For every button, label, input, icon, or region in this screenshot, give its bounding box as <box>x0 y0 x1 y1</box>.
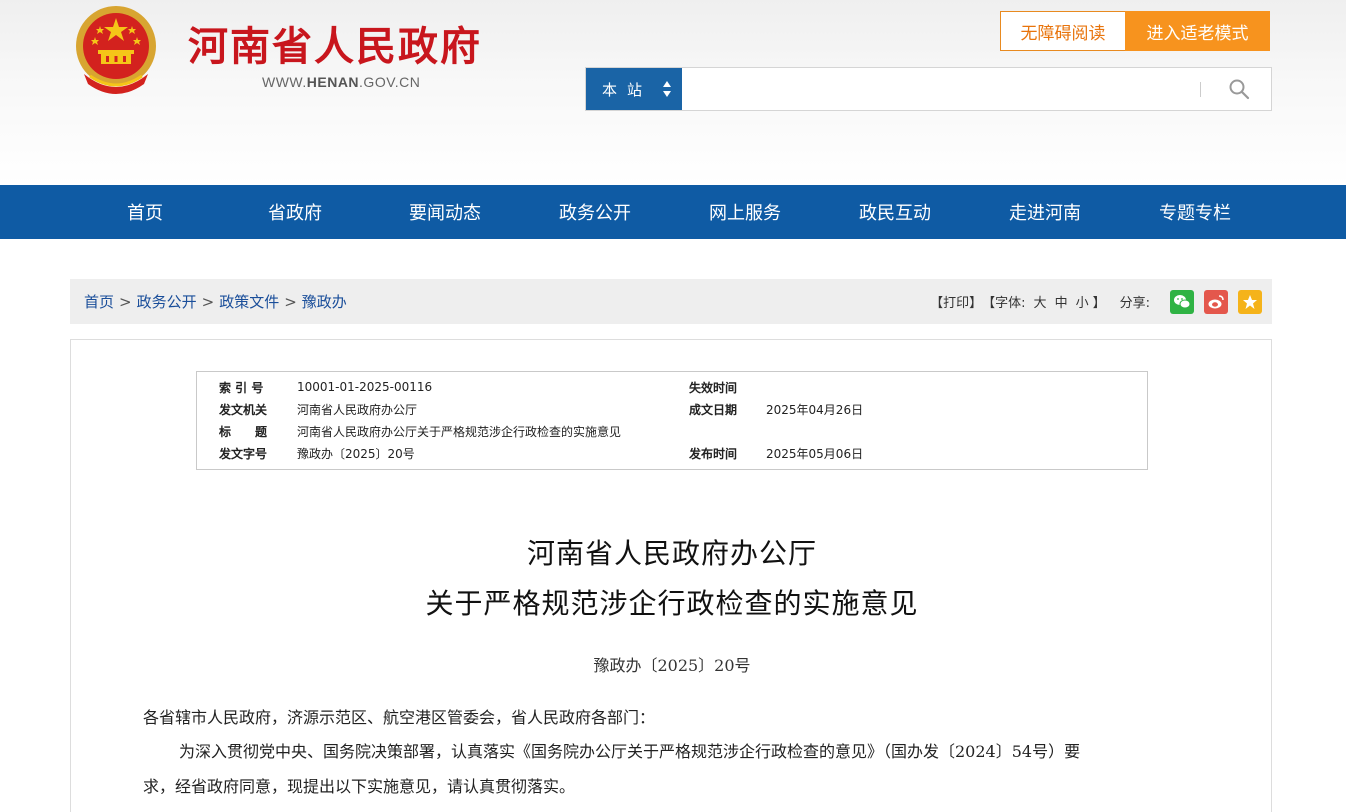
nav-item-provincial-government[interactable]: 省政府 <box>220 185 370 239</box>
document-title-line2: 关于严格规范涉企行政检查的实施意见 <box>425 587 919 620</box>
breadcrumb-government-affairs[interactable]: 政务公开 <box>137 291 197 312</box>
search-bar: 本站 <box>585 67 1272 111</box>
article-content: 索 引 号 10001-01-2025-00116 失效时间 发文机关 河南省人… <box>70 339 1272 812</box>
site-url-suffix: .GOV.CN <box>359 74 421 90</box>
nav-item-about-henan[interactable]: 走进河南 <box>970 185 1120 239</box>
wechat-icon[interactable] <box>1170 289 1194 314</box>
site-url: WWW.HENAN.GOV.CN <box>262 74 420 90</box>
document-metadata-table: 索 引 号 10001-01-2025-00116 失效时间 发文机关 河南省人… <box>196 371 1148 470</box>
document-title-line1: 河南省人民政府办公厅 <box>526 537 817 570</box>
meta-docno-label: 发文字号 <box>219 446 268 461</box>
font-size-label: 【字体: <box>982 296 1026 311</box>
main-nav: 首页 省政府 要闻动态 政务公开 网上服务 政民互动 走进河南 专题专栏 <box>0 185 1346 239</box>
font-large-button[interactable]: 大 <box>1034 292 1047 311</box>
favorite-icon[interactable] <box>1238 289 1262 314</box>
nav-item-home[interactable]: 首页 <box>70 185 220 239</box>
meta-issuer-label: 发文机关 <box>219 402 268 417</box>
meta-index-label: 索 引 号 <box>219 380 264 395</box>
meta-row: 索 引 号 10001-01-2025-00116 失效时间 <box>197 376 1147 398</box>
national-emblem-icon <box>76 6 156 94</box>
document-number: 豫政办〔2025〕20号 <box>593 656 751 675</box>
meta-publish-value: 2025年05月06日 <box>766 446 864 461</box>
meta-date-value: 2025年04月26日 <box>766 402 864 417</box>
page-tools: 【打印】 【字体: 大 中 小 】 分享: <box>930 279 1262 324</box>
document-salutation: 各省辖市人民政府，济源示范区、航空港区管委会，省人民政府各部门： <box>143 708 656 727</box>
site-title[interactable]: 河南省人民政府 <box>188 14 482 72</box>
elder-mode-button[interactable]: 进入适老模式 <box>1125 11 1270 51</box>
nav-item-government-affairs[interactable]: 政务公开 <box>520 185 670 239</box>
nav-item-interaction[interactable]: 政民互动 <box>820 185 970 239</box>
search-icon[interactable] <box>1228 78 1250 100</box>
search-divider <box>1200 82 1201 97</box>
meta-expire-label: 失效时间 <box>689 380 738 395</box>
meta-issuer-value: 河南省人民政府办公厅 <box>297 402 418 417</box>
search-input[interactable] <box>686 72 1196 106</box>
site-url-domain: HENAN <box>306 74 360 90</box>
breadcrumb-separator: > <box>284 292 297 311</box>
document-paragraph-line: 为深入贯彻党中央、国务院决策部署，认真落实《国务院办公厅关于严格规范涉企行政检查… <box>179 742 1081 761</box>
site-url-prefix: WWW. <box>262 74 307 90</box>
document-paragraph-line: 求，经省政府同意，现提出以下实施意见，请认真贯彻落实。 <box>143 777 576 796</box>
breadcrumb-bar: 首页 > 政务公开 > 政策文件 > 豫政办 【打印】 【字体: 大 中 小 】… <box>70 279 1272 324</box>
meta-title-value: 河南省人民政府办公厅关于严格规范涉企行政检查的实施意见 <box>297 424 622 439</box>
accessibility-reading-button[interactable]: 无障碍阅读 <box>1000 11 1126 51</box>
nav-item-special-topics[interactable]: 专题专栏 <box>1120 185 1270 239</box>
meta-index-value: 10001-01-2025-00116 <box>297 380 433 394</box>
meta-publish-label: 发布时间 <box>689 446 738 461</box>
meta-row: 标 题 河南省人民政府办公厅关于严格规范涉企行政检查的实施意见 <box>197 420 1147 442</box>
breadcrumb: 首页 > 政务公开 > 政策文件 > 豫政办 <box>84 279 347 324</box>
font-medium-button[interactable]: 中 <box>1055 292 1068 311</box>
meta-row: 发文字号 豫政办〔2025〕20号 发布时间 2025年05月06日 <box>197 442 1147 464</box>
nav-item-news[interactable]: 要闻动态 <box>370 185 520 239</box>
share-label: 分享: <box>1119 296 1150 311</box>
site-header: 河南省人民政府 WWW.HENAN.GOV.CN 无障碍阅读 进入适老模式 本站 <box>0 0 1346 185</box>
font-small-button[interactable]: 小 <box>1076 292 1089 311</box>
weibo-icon[interactable] <box>1204 289 1228 314</box>
breadcrumb-policy-documents[interactable]: 政策文件 <box>219 291 279 312</box>
breadcrumb-separator: > <box>119 292 132 311</box>
print-button[interactable]: 【打印】 <box>930 292 982 311</box>
meta-docno-value: 豫政办〔2025〕20号 <box>297 446 415 461</box>
meta-title-label: 标 题 <box>219 424 268 439</box>
breadcrumb-separator: > <box>201 292 215 311</box>
font-size-close: 】 <box>1092 296 1106 311</box>
nav-item-online-services[interactable]: 网上服务 <box>670 185 820 239</box>
breadcrumb-yuzhengban[interactable]: 豫政办 <box>302 291 347 312</box>
search-scope-label: 本站 <box>602 80 653 99</box>
scope-updown-icon <box>663 81 671 97</box>
breadcrumb-home[interactable]: 首页 <box>84 291 114 312</box>
meta-row: 发文机关 河南省人民政府办公厅 成文日期 2025年04月26日 <box>197 398 1147 420</box>
meta-date-label: 成文日期 <box>689 402 738 417</box>
